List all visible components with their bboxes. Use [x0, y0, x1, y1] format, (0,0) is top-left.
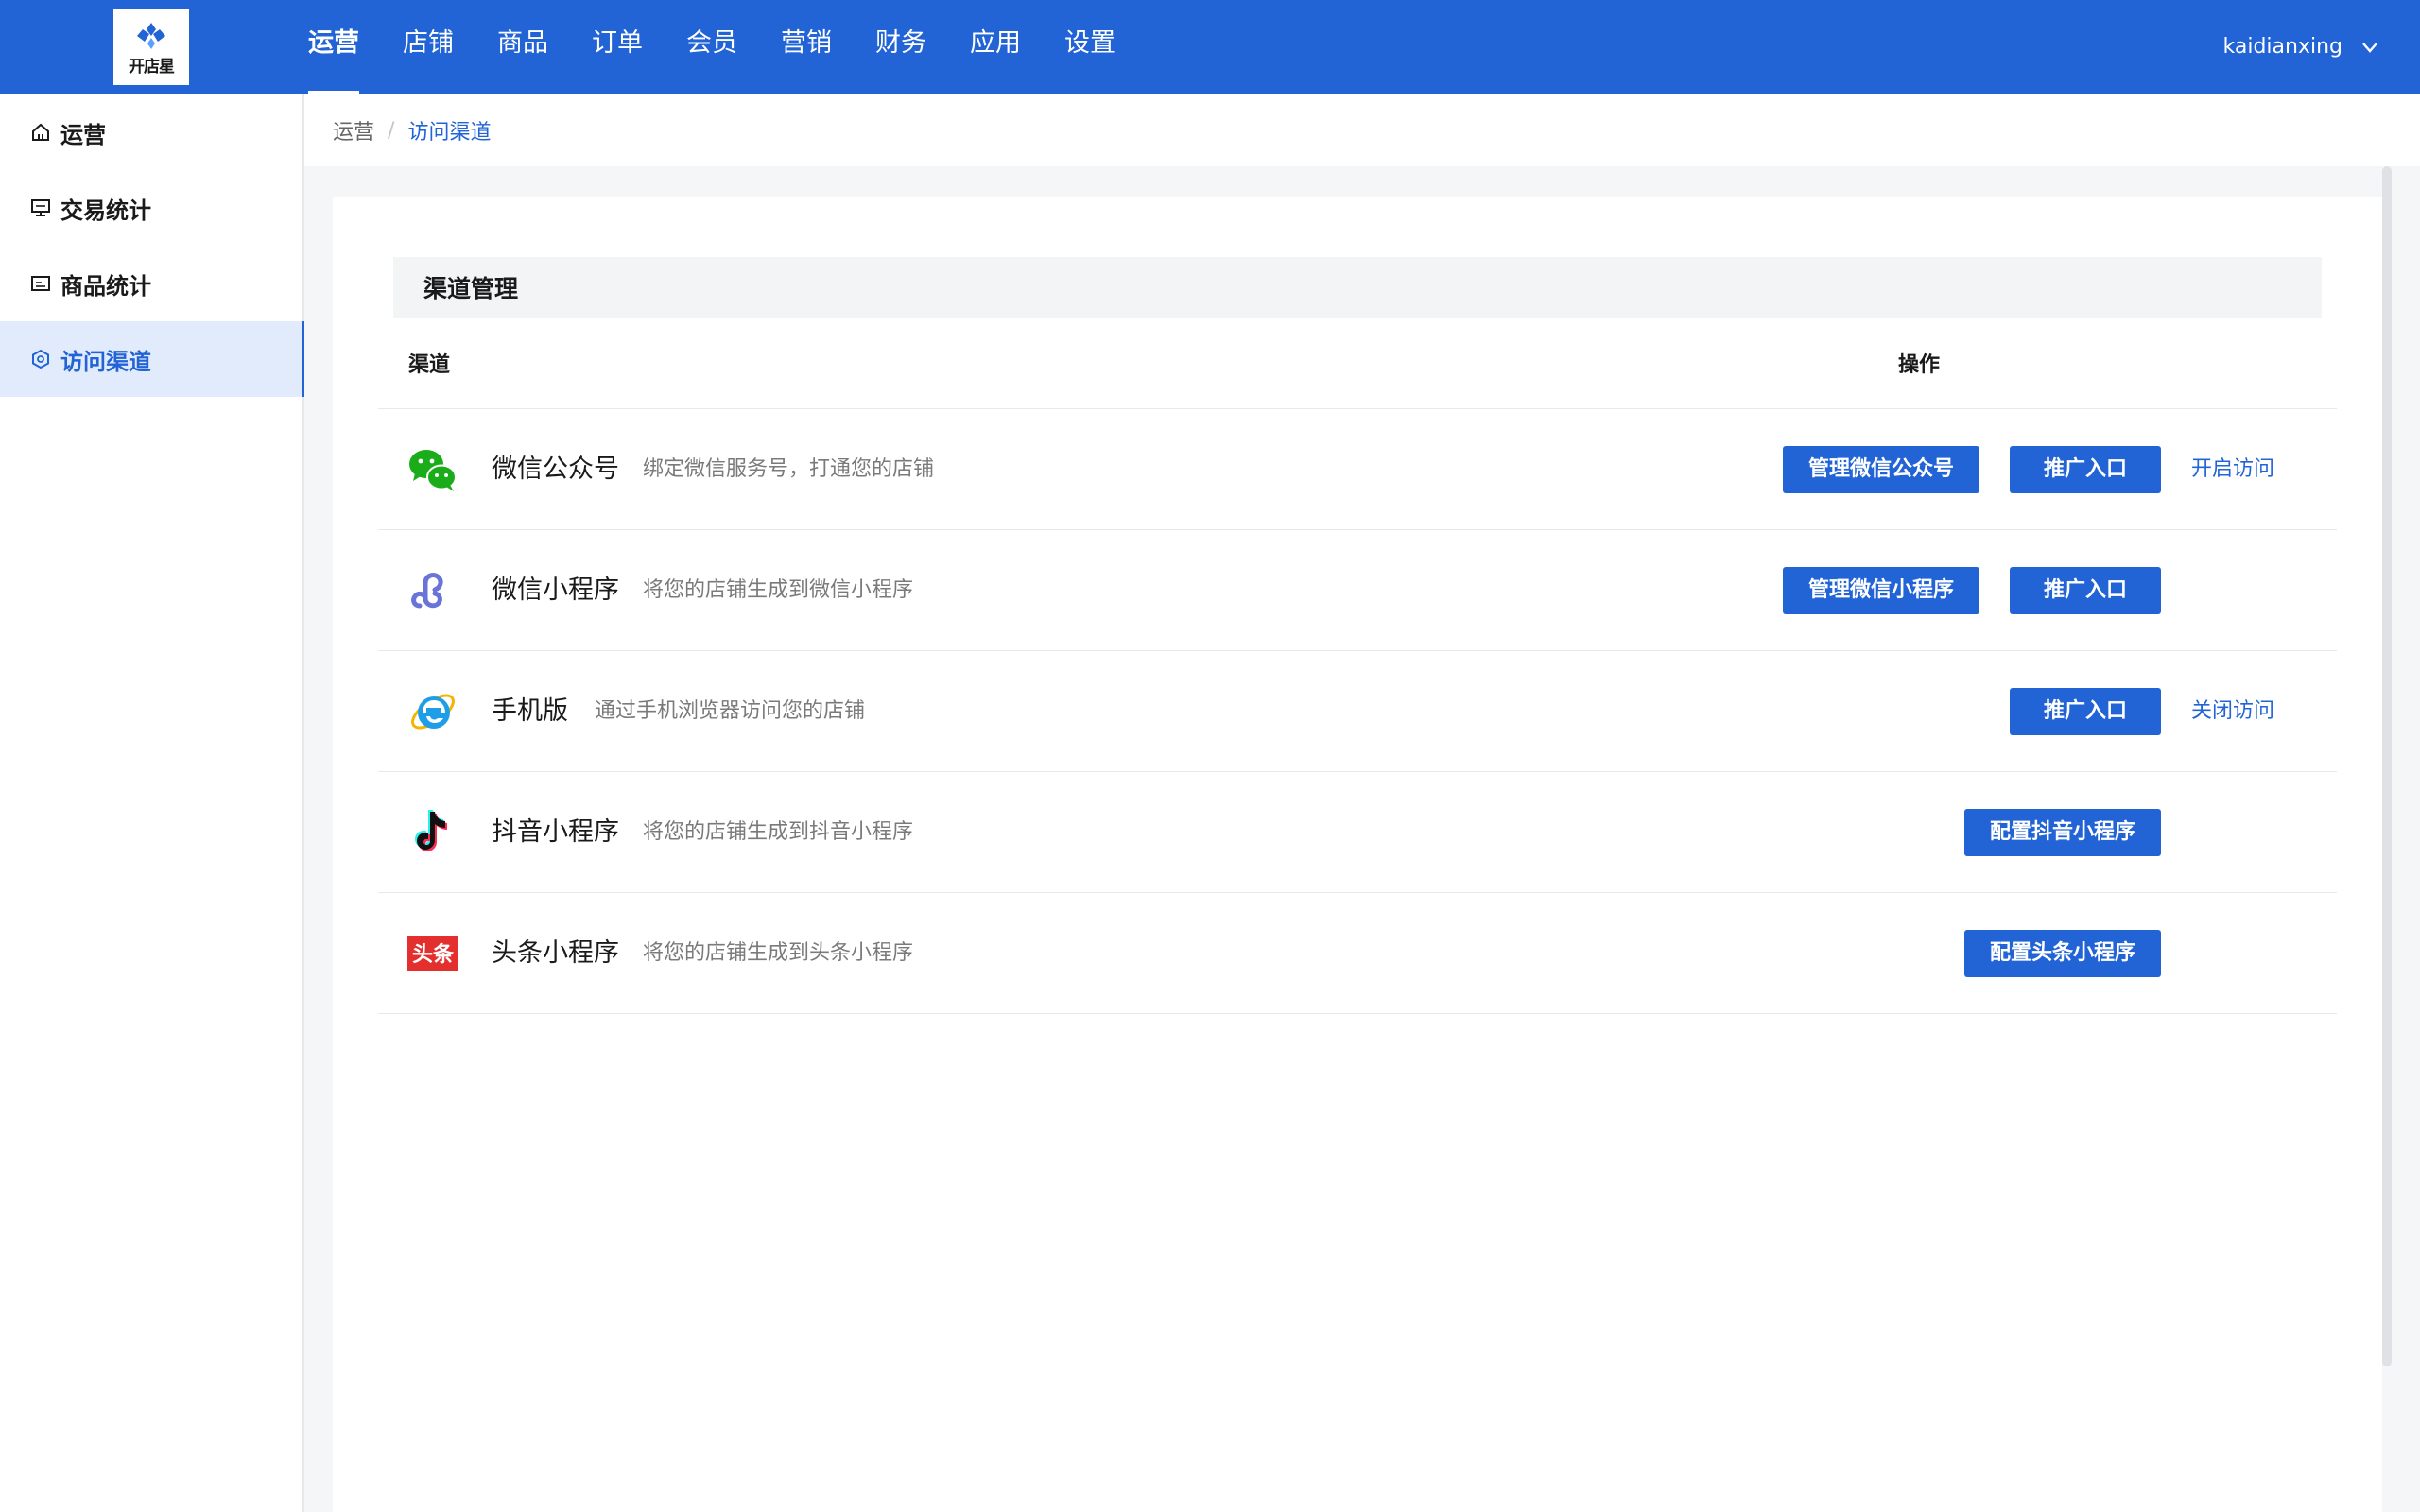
configure-toutiao-button[interactable]: 配置头条小程序: [1964, 930, 2161, 977]
wechat-icon: [409, 450, 457, 491]
channel-row-douyin: 抖音小程序 将您的店铺生成到抖音小程序 配置抖音小程序: [378, 772, 2337, 893]
chevron-down-icon: [2362, 43, 2377, 53]
channel-row-wechat-official: 微信公众号 绑定微信服务号，打通您的店铺 管理微信公众号 推广入口 开启访问: [378, 409, 2337, 530]
channel-card: 渠道管理 渠道 操作 微信公众号 绑定微信服务号，打通您的店铺 管理微信公众号 …: [333, 197, 2382, 1512]
sidebar-item-operations[interactable]: 运营: [0, 94, 302, 170]
top-navbar: 开店星 运营 店铺 商品 订单 会员 营销 财务 应用 设置 kaidianxi…: [0, 0, 2420, 94]
nav-item-finance[interactable]: 财务: [875, 0, 926, 94]
manage-wechat-miniprogram-button[interactable]: 管理微信小程序: [1783, 567, 1979, 614]
nav-item-store[interactable]: 店铺: [403, 0, 454, 94]
section-title: 渠道管理: [424, 275, 519, 302]
main-nav: 运营 店铺 商品 订单 会员 营销 财务 应用 设置: [308, 0, 1159, 94]
channel-desc: 将您的店铺生成到头条小程序: [643, 941, 914, 965]
configure-douyin-button[interactable]: 配置抖音小程序: [1964, 809, 2161, 856]
channel-desc: 将您的店铺生成到微信小程序: [643, 578, 914, 602]
nav-item-marketing[interactable]: 营销: [781, 0, 832, 94]
sidebar-item-label: 访问渠道: [60, 348, 151, 375]
channel-row-wechat-miniprogram: 微信小程序 将您的店铺生成到微信小程序 管理微信小程序 推广入口: [378, 530, 2337, 651]
breadcrumb-separator: /: [388, 118, 395, 143]
sidebar-item-label: 商品统计: [60, 272, 151, 300]
user-name: kaidianxing: [2222, 35, 2343, 59]
nav-item-products[interactable]: 商品: [497, 0, 548, 94]
nav-item-operations[interactable]: 运营: [308, 0, 359, 94]
column-header-action: 操作: [1898, 353, 1941, 377]
channel-name: 头条小程序: [492, 938, 619, 968]
channel-desc: 将您的店铺生成到抖音小程序: [643, 820, 914, 844]
douyin-icon: [415, 810, 447, 851]
breadcrumb: 运营 / 访问渠道: [304, 94, 2420, 166]
page-scrollbar[interactable]: [2382, 166, 2392, 1366]
channel-name: 微信小程序: [492, 576, 619, 605]
channel-row-mobile: 手机版 通过手机浏览器访问您的店铺 推广入口 关闭访问: [378, 651, 2337, 772]
sidebar-item-product-stats[interactable]: 商品统计: [0, 246, 302, 321]
nav-item-members[interactable]: 会员: [686, 0, 737, 94]
logo-icon: [137, 23, 165, 49]
promote-entry-button[interactable]: 推广入口: [2010, 446, 2161, 493]
channel-row-toutiao: 头条 头条小程序 将您的店铺生成到头条小程序 配置头条小程序: [378, 893, 2337, 1014]
sidebar-item-trade-stats[interactable]: 交易统计: [0, 170, 302, 246]
manage-wechat-official-button[interactable]: 管理微信公众号: [1783, 446, 1979, 493]
nav-item-settings[interactable]: 设置: [1064, 0, 1115, 94]
miniprogram-icon: [411, 573, 443, 609]
channel-name: 微信公众号: [492, 455, 619, 484]
svg-text:头条: 头条: [412, 942, 455, 967]
promote-entry-button[interactable]: 推广入口: [2010, 567, 2161, 614]
breadcrumb-parent[interactable]: 运营: [333, 115, 374, 146]
column-header-channel: 渠道: [408, 353, 451, 377]
sidebar-item-label: 交易统计: [60, 197, 151, 224]
app-logo[interactable]: 开店星: [113, 9, 189, 85]
channel-name: 手机版: [492, 696, 568, 726]
nav-item-orders[interactable]: 订单: [592, 0, 643, 94]
channel-name: 抖音小程序: [492, 817, 619, 847]
toutiao-icon: 头条: [407, 936, 458, 971]
chart-icon: [31, 276, 50, 291]
channel-icon: [32, 349, 49, 369]
channel-desc: 绑定微信服务号，打通您的店铺: [643, 457, 935, 481]
mobile-browser-icon: [411, 694, 455, 730]
promote-entry-button[interactable]: 推广入口: [2010, 688, 2161, 735]
breadcrumb-current: 访问渠道: [407, 121, 492, 145]
sidebar-item-access-channels[interactable]: 访问渠道: [0, 321, 304, 397]
section-header: 渠道管理: [393, 257, 2322, 318]
enable-access-link[interactable]: 开启访问: [2191, 409, 2274, 529]
nav-item-apps[interactable]: 应用: [970, 0, 1021, 94]
sidebar: 运营 交易统计 商品统计 访问渠道: [0, 94, 304, 1512]
user-menu[interactable]: kaidianxing: [2223, 0, 2381, 94]
logo-text: 开店星: [129, 58, 175, 77]
channel-desc: 通过手机浏览器访问您的店铺: [595, 699, 866, 723]
sidebar-item-label: 运营: [60, 121, 106, 148]
close-access-link[interactable]: 关闭访问: [2191, 651, 2274, 771]
home-icon: [32, 123, 49, 141]
monitor-icon: [31, 199, 50, 216]
